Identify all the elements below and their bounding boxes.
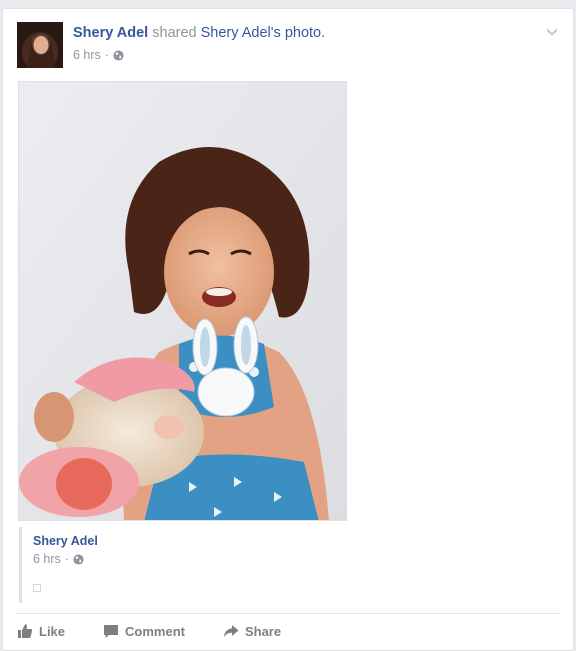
meta-separator: ·: [104, 48, 109, 62]
like-label: Like: [39, 623, 66, 639]
chevron-down-icon[interactable]: [545, 25, 559, 39]
shared-timestamp[interactable]: 6 hrs: [33, 552, 61, 566]
post-card: Shery Adel shared Shery Adel's photo. 6 …: [2, 8, 574, 651]
post-timestamp[interactable]: 6 hrs: [73, 48, 101, 62]
comment-button[interactable]: Comment: [103, 623, 185, 639]
post-header: Shery Adel shared Shery Adel's photo.: [73, 25, 325, 41]
shared-object-link[interactable]: photo.: [285, 25, 325, 41]
shared-meta: 6 hrs ·: [33, 552, 84, 566]
share-arrow-icon: [223, 625, 239, 637]
post-meta: 6 hrs ·: [73, 48, 124, 62]
action-text: shared: [152, 25, 197, 41]
globe-icon[interactable]: [113, 49, 124, 61]
share-label: Share: [244, 623, 282, 639]
comment-icon: [104, 625, 119, 638]
action-bar: Like Comment Share: [17, 621, 319, 641]
shared-photo[interactable]: [18, 81, 347, 521]
shared-attachment: Shery Adel 6 hrs ·: [19, 527, 559, 603]
shared-author-link[interactable]: Shery Adel: [33, 534, 98, 548]
content-placeholder: [33, 584, 41, 592]
comment-label: Comment: [125, 623, 185, 639]
author-name-link[interactable]: Shery Adel: [73, 25, 148, 41]
globe-icon[interactable]: [73, 553, 84, 565]
share-button[interactable]: Share: [223, 623, 281, 639]
author-avatar[interactable]: [17, 22, 63, 68]
thumbs-up-icon: [18, 624, 33, 638]
shared-owner-link[interactable]: Shery Adel's: [201, 25, 281, 41]
meta-separator: ·: [64, 552, 69, 566]
action-divider: [17, 613, 559, 614]
like-button[interactable]: Like: [17, 623, 65, 639]
